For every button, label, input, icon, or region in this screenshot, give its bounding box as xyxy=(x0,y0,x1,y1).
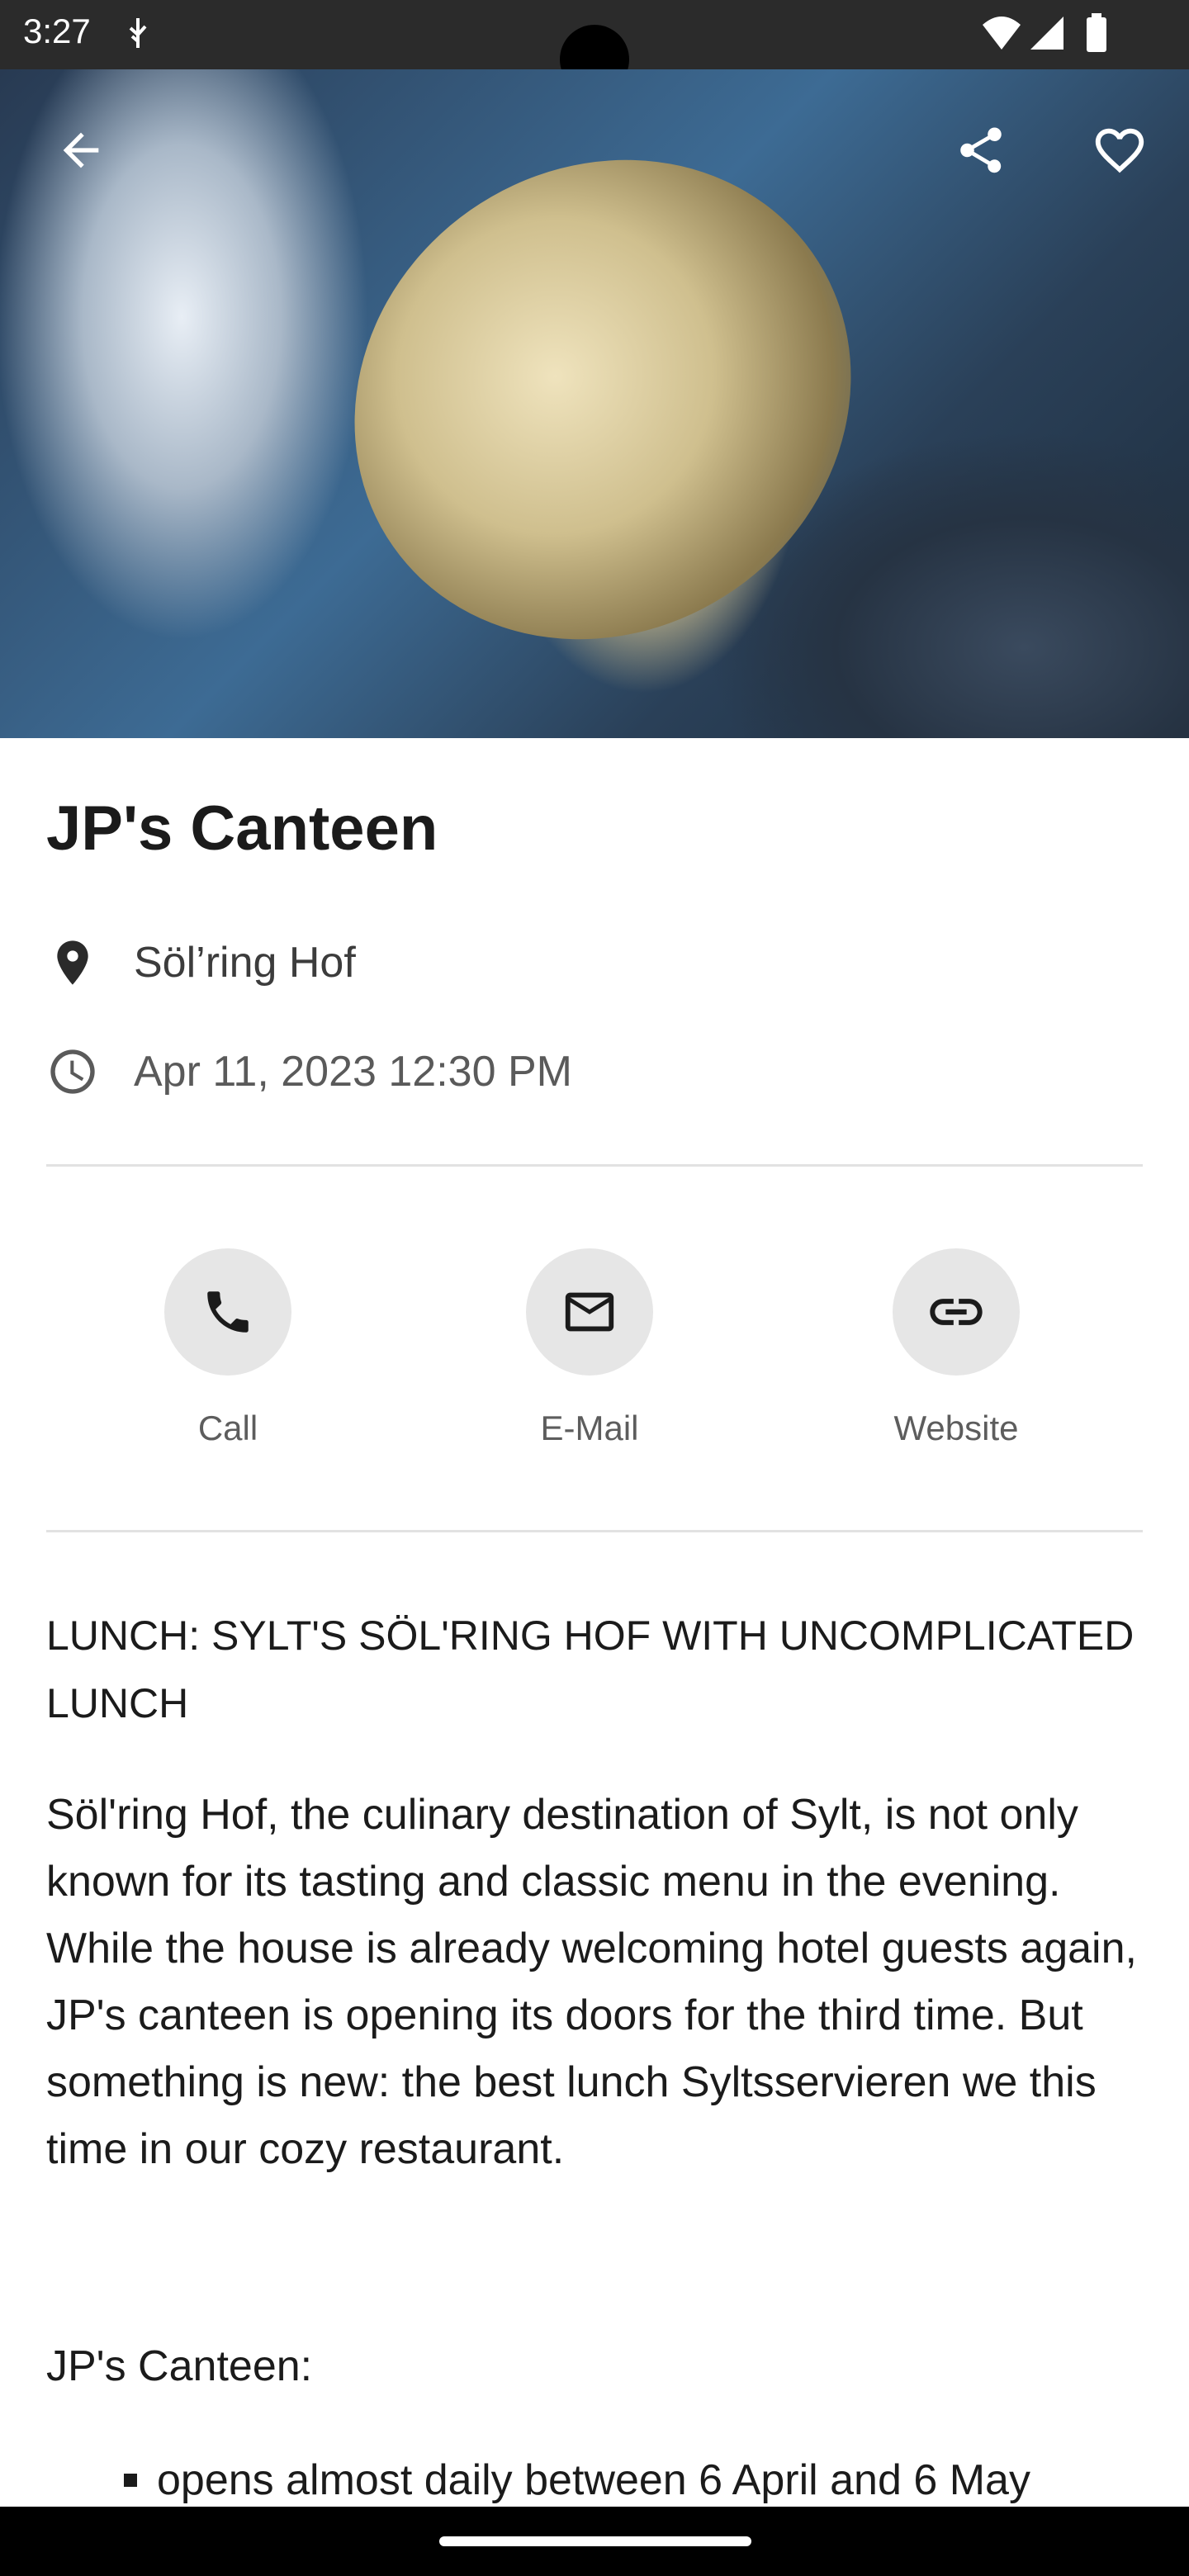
share-button[interactable] xyxy=(941,111,1021,190)
location-text: Söl’ring Hof xyxy=(134,939,356,987)
description-subheading: JP's Canteen: xyxy=(46,2342,313,2390)
list-item-text: opens almost daily between 6 April and 6… xyxy=(157,2456,1030,2504)
heart-outline-icon xyxy=(1095,128,1144,173)
email-action[interactable]: E-Mail xyxy=(490,1248,689,1448)
back-button[interactable] xyxy=(41,111,121,190)
call-label: Call xyxy=(197,1409,258,1447)
location-pin-icon xyxy=(57,940,88,985)
usb-debug-icon xyxy=(124,17,152,54)
arrow-back-icon xyxy=(63,132,99,168)
location-row: Söl’ring Hof xyxy=(46,936,356,989)
call-button[interactable] xyxy=(164,1248,291,1376)
mail-icon xyxy=(565,1292,614,1332)
email-label: E-Mail xyxy=(540,1409,639,1447)
event-title: JP's Canteen xyxy=(46,793,438,864)
hero-shell-highlight xyxy=(260,69,945,736)
divider xyxy=(46,1530,1143,1532)
signal-icon xyxy=(1029,15,1065,55)
status-time: 3:27 xyxy=(23,12,91,50)
clock-icon xyxy=(50,1049,95,1094)
website-action[interactable]: Website xyxy=(857,1248,1055,1448)
description-headline: LUNCH: SYLT'S SÖL'RING HOF WITH UNCOMPLI… xyxy=(46,1612,1135,1726)
call-action[interactable]: Call xyxy=(129,1248,327,1448)
description-body: Söl'ring Hof, the culinary destination o… xyxy=(46,1791,1137,2173)
home-gesture-handle[interactable] xyxy=(439,2536,751,2546)
wifi-icon xyxy=(981,15,1022,55)
phone-icon xyxy=(207,1291,249,1333)
share-icon xyxy=(960,127,1002,173)
status-bar: 3:27 xyxy=(0,0,1189,94)
battery-icon xyxy=(1085,13,1108,57)
link-icon xyxy=(930,1299,983,1325)
datetime-text: Apr 11, 2023 12:30 PM xyxy=(134,1048,572,1096)
bullet-icon xyxy=(124,2474,137,2487)
favorite-button[interactable] xyxy=(1080,111,1159,190)
hero-image xyxy=(0,69,1189,738)
datetime-row: Apr 11, 2023 12:30 PM xyxy=(46,1045,572,1098)
list-item: opens almost daily between 6 April and 6… xyxy=(124,2455,1030,2505)
divider xyxy=(46,1164,1143,1167)
website-button[interactable] xyxy=(893,1248,1020,1376)
email-button[interactable] xyxy=(526,1248,653,1376)
website-label: Website xyxy=(893,1409,1019,1447)
